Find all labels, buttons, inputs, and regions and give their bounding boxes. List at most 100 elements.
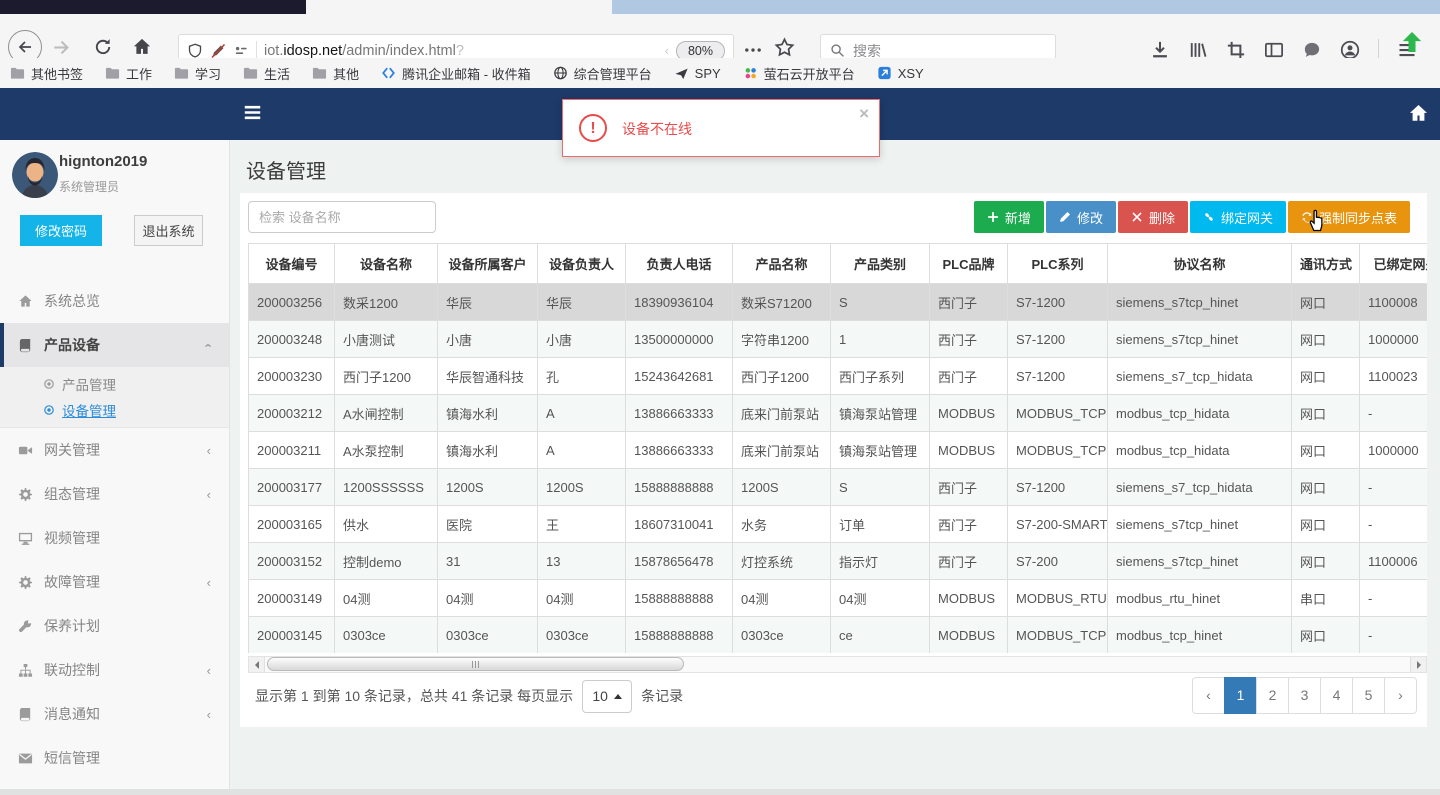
scroll-left-arrow[interactable]: [249, 657, 265, 672]
page-button-2[interactable]: 2: [1256, 677, 1289, 714]
home-button[interactable]: [132, 37, 152, 57]
sidebar-item-系统总览[interactable]: 系统总览: [0, 279, 229, 323]
bookmark-item[interactable]: 其他: [312, 64, 359, 83]
修改-button[interactable]: 修改: [1045, 201, 1116, 233]
table-row[interactable]: 200003230 西门子1200 华辰智通科技孔 15243642681 西门子120…: [248, 357, 1427, 395]
table-row[interactable]: 200003211 A水泵控制 镇海水利 A 13886663333 底来门前泵站 镇海泵站…: [248, 431, 1427, 469]
table-row[interactable]: 200003149 04测 04测 04测 15888888888 04测 04测 MODBU…: [248, 579, 1427, 617]
column-header: 设备编号: [248, 243, 335, 284]
bookmark-item[interactable]: 萤石云开放平台: [743, 64, 855, 83]
app-home-icon[interactable]: [1408, 103, 1429, 124]
bookmark-item[interactable]: 综合管理平台: [553, 64, 652, 83]
bookmark-item[interactable]: SPY: [674, 66, 721, 81]
table-row[interactable]: 200003212 A水闸控制 镇海水利 A 13886663333 底来门前泵站 镇海泵站…: [248, 394, 1427, 432]
pocket-messages-icon[interactable]: [1302, 40, 1322, 60]
desktop-icon: [18, 531, 33, 546]
table-cell: A水闸控制: [334, 394, 438, 432]
video-icon: [18, 443, 33, 458]
删除-button[interactable]: 删除: [1117, 201, 1188, 233]
table-cell: A水泵控制: [334, 431, 438, 469]
sidebar-item-网关管理[interactable]: 网关管理 ‹: [0, 428, 229, 472]
table-cell: 1200SSSSSS: [334, 468, 438, 506]
alert-close-icon[interactable]: ×: [859, 104, 869, 124]
sidebar-item-故障管理[interactable]: 故障管理 ‹: [0, 560, 229, 604]
page-next-button[interactable]: ›: [1384, 677, 1417, 714]
table-cell: 网口: [1291, 283, 1360, 321]
url-text[interactable]: iot.idosp.net/admin/index.html?: [264, 43, 658, 59]
page-size-select[interactable]: 10: [582, 679, 633, 713]
avatar[interactable]: [12, 152, 58, 198]
sidebar-toggle-icon[interactable]: [1264, 40, 1284, 60]
sidebar-item-产品设备[interactable]: 产品设备 ‹: [0, 323, 229, 367]
envelope-icon: [18, 751, 33, 766]
menu-item-label: 消息通知: [44, 706, 100, 722]
page-actions-icon[interactable]: [744, 41, 762, 59]
reload-button[interactable]: [94, 38, 112, 56]
menu-item-label: 产品设备: [44, 337, 100, 353]
active-tab[interactable]: [306, 0, 612, 14]
page-button-1[interactable]: 1: [1224, 677, 1257, 714]
sidebar-item-视频管理[interactable]: 视频管理: [0, 516, 229, 560]
sidebar-subitem-产品管理[interactable]: 产品管理: [0, 371, 229, 397]
bookmark-item[interactable]: 工作: [105, 64, 152, 83]
pagination-pages: ‹ 1 2 3 4 5 ›: [1192, 677, 1417, 714]
logout-button[interactable]: 退出系统: [134, 215, 203, 246]
table-cell: 数采S71200: [732, 283, 831, 321]
table-cell: 18607310041: [625, 505, 733, 543]
table-row[interactable]: 200003165 供水 医院王 18607310041 水务 订单 西门子 S7-200-S…: [248, 505, 1427, 543]
table-row[interactable]: 200003248 小唐测试 小唐 小唐 13500000000 字符串1200 1 西门子 S…: [248, 320, 1427, 358]
forward-button[interactable]: [52, 38, 71, 57]
blocked-content-icon[interactable]: [210, 43, 226, 59]
table-row[interactable]: 200003177 1200SSSSSS 1200S 1200S 15888888888…: [248, 468, 1427, 506]
sidebar-collapse-icon[interactable]: [243, 103, 262, 122]
scrollbar-thumb[interactable]: [267, 657, 684, 671]
table-cell: 医院: [437, 505, 538, 543]
shield-icon[interactable]: [187, 43, 203, 59]
sidebar-item-组态管理[interactable]: 组态管理 ‹: [0, 472, 229, 516]
sidebar-item-联动控制[interactable]: 联动控制 ‹: [0, 648, 229, 692]
screenshot-icon[interactable]: [1226, 40, 1246, 60]
sidebar-item-短信管理[interactable]: 短信管理: [0, 736, 229, 780]
sidebar: hignton2019 系统管理员 修改密码 退出系统 系统总览 产品设备 ‹ 产品管…: [0, 140, 230, 789]
table-cell: 王: [537, 505, 626, 543]
table-cell: 13: [537, 542, 626, 580]
column-header: 设备负责人: [537, 243, 626, 284]
sidebar-item-保养计划[interactable]: 保养计划: [0, 604, 229, 648]
page-button-4[interactable]: 4: [1320, 677, 1353, 714]
table-row[interactable]: 200003152 控制demo 31 13 15878656478 灯控系统 指示灯 西门子…: [248, 542, 1427, 580]
xsy-icon: [877, 66, 892, 80]
新增-button[interactable]: 新增: [973, 201, 1044, 233]
bookmark-item[interactable]: 学习: [174, 64, 221, 83]
browser-search-input[interactable]: [853, 42, 1013, 59]
menu-hamburger-icon[interactable]: [1397, 32, 1422, 60]
sidebar-item-消息通知[interactable]: 消息通知 ‹: [0, 692, 229, 736]
table-row[interactable]: 200003145 0303ce 0303ce 0303ce 15888888888 03…: [248, 616, 1427, 653]
table-cell: 孔: [537, 357, 626, 395]
table-row[interactable]: 200003256 数采1200 华辰 华辰 18390936104 数采S71200 S 西…: [248, 283, 1427, 321]
page-prev-button[interactable]: ‹: [1192, 677, 1225, 714]
page-bottom-scrollbar[interactable]: [0, 789, 1440, 795]
table-cell: 04测: [537, 579, 626, 617]
site-permissions-icon[interactable]: [233, 43, 249, 59]
绑定网关-button[interactable]: 绑定网关: [1189, 201, 1286, 233]
folder-icon: [243, 66, 258, 80]
scroll-right-arrow[interactable]: [1410, 657, 1426, 672]
table-cell: 华辰: [537, 283, 626, 321]
bookmark-item[interactable]: 腾讯企业邮箱 - 收件箱: [381, 64, 531, 83]
sidebar-subitem-设备管理[interactable]: 设备管理: [0, 397, 229, 423]
account-icon[interactable]: [1340, 40, 1360, 60]
page-button-5[interactable]: 5: [1352, 677, 1385, 714]
bookmark-item[interactable]: 其他书签: [10, 64, 83, 83]
bookmark-item[interactable]: 生活: [243, 64, 290, 83]
bookmark-star-icon[interactable]: [774, 37, 795, 58]
library-icon[interactable]: [1188, 40, 1208, 60]
table-cell: 1200S: [537, 468, 626, 506]
device-search-input[interactable]: [248, 201, 436, 233]
page-button-3[interactable]: 3: [1288, 677, 1321, 714]
horizontal-scrollbar[interactable]: [248, 656, 1427, 673]
change-password-button[interactable]: 修改密码: [20, 215, 102, 246]
downloads-icon[interactable]: [1150, 40, 1170, 60]
bookmark-item[interactable]: XSY: [877, 66, 924, 81]
action-button-label: 新增: [1004, 210, 1031, 226]
table-cell: 底来门前泵站: [732, 394, 831, 432]
